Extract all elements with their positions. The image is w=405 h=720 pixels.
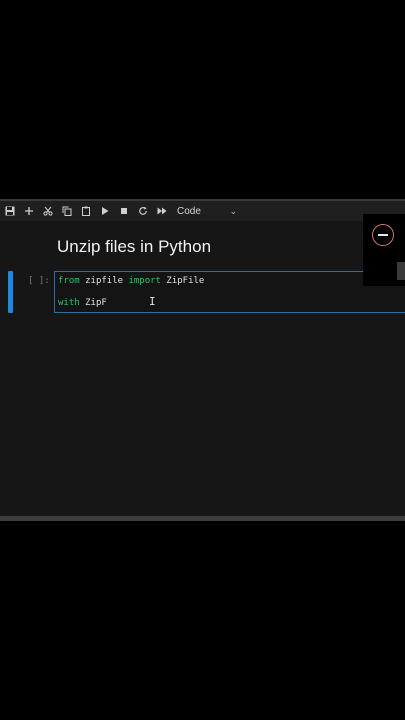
paste-button[interactable] (76, 201, 95, 221)
active-cell-indicator (8, 271, 13, 313)
code-text: zipfile (79, 276, 129, 286)
cell-prompt: [ ]: (28, 276, 50, 286)
copy-button[interactable] (57, 201, 76, 221)
code-line: from zipfile import ZipFile (58, 276, 204, 286)
keyword: from (58, 276, 80, 286)
restart-button[interactable] (133, 201, 152, 221)
copy-icon (62, 206, 71, 216)
video-overlay-panel (363, 214, 405, 286)
code-text: ZipFile (160, 276, 205, 286)
notebook-panel: Code ⌄ Unzip files in Python [ ]: from z… (0, 199, 405, 521)
restart-icon (138, 206, 147, 215)
restart-run-all-button[interactable] (152, 201, 171, 221)
keyword: import (128, 276, 161, 286)
paste-icon (81, 206, 90, 216)
channel-logo-icon (372, 224, 394, 246)
cell-type-value: Code (177, 205, 201, 217)
cut-button[interactable] (38, 201, 57, 221)
run-button[interactable] (95, 201, 114, 221)
scrollbar-thumb[interactable] (397, 262, 405, 280)
stop-icon (120, 208, 127, 214)
code-cell-editor[interactable]: from zipfile import ZipFile with ZipF (54, 271, 405, 313)
run-icon (101, 207, 108, 215)
keyword: with (58, 298, 80, 308)
markdown-heading: Unzip files in Python (57, 237, 212, 256)
bottom-letterbox (0, 521, 405, 720)
save-icon (5, 206, 14, 216)
chevron-down-icon: ⌄ (229, 205, 237, 216)
text-cursor-icon: I (149, 295, 156, 308)
add-icon (24, 207, 33, 215)
cut-icon (42, 206, 53, 216)
fast-forward-icon (157, 207, 166, 215)
top-letterbox (0, 0, 405, 199)
save-button[interactable] (0, 201, 19, 221)
stop-button[interactable] (114, 201, 133, 221)
code-text: ZipF (79, 298, 107, 308)
cell-type-dropdown[interactable]: Code ⌄ (177, 202, 239, 220)
notebook-toolbar: Code ⌄ (0, 199, 405, 221)
add-cell-button[interactable] (19, 201, 38, 221)
code-line: with ZipF (58, 298, 107, 308)
